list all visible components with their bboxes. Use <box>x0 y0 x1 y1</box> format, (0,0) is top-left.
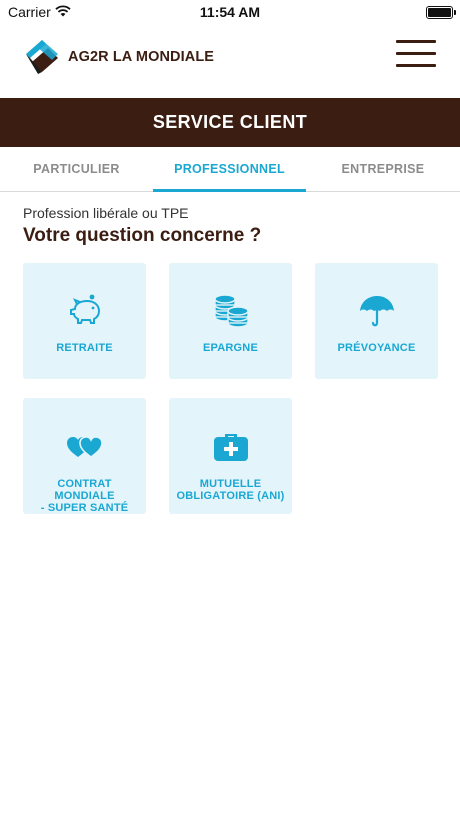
page-title-bar: SERVICE CLIENT <box>0 98 460 147</box>
brand-name: AG2R LA MONDIALE <box>68 49 215 65</box>
tab-professionnel[interactable]: PROFESSIONNEL <box>153 147 306 192</box>
question-heading: Votre question concerne ? <box>23 225 262 246</box>
tile-label: PRÉVOYANCE <box>337 342 416 354</box>
status-bar: Carrier 11:54 AM <box>0 0 460 24</box>
ag2r-logo-icon <box>22 34 64 76</box>
hamburger-menu-button[interactable] <box>396 38 438 70</box>
tile-mutuelle-obligatoire[interactable]: MUTUELLE OBLIGATOIRE (ANI) <box>169 398 292 514</box>
tile-label: RETRAITE <box>56 342 113 354</box>
page-title: SERVICE CLIENT <box>152 112 308 132</box>
coins-icon <box>169 291 292 331</box>
tile-contrat-mondiale-super-sante[interactable]: CONTRAT MONDIALE - SUPER SANTÉ <box>23 398 146 514</box>
tab-entreprise[interactable]: ENTREPRISE <box>306 147 460 191</box>
umbrella-icon <box>315 291 438 331</box>
menu-line-icon <box>396 52 436 55</box>
battery-icon <box>426 6 456 19</box>
tile-label: EPARGNE <box>203 342 258 354</box>
piggy-bank-icon <box>23 291 146 331</box>
hearts-icon <box>23 426 146 466</box>
app-header: AG2R LA MONDIALE <box>0 24 460 98</box>
tile-retraite[interactable]: RETRAITE <box>23 263 146 379</box>
menu-line-icon <box>396 40 436 43</box>
tile-label-line1: CONTRAT MONDIALE <box>54 478 115 502</box>
menu-line-icon <box>396 64 436 67</box>
tile-label: CONTRAT MONDIALE - SUPER SANTÉ <box>27 478 142 514</box>
tile-epargne[interactable]: EPARGNE <box>169 263 292 379</box>
tile-label-line2: OBLIGATOIRE (ANI) <box>176 490 285 502</box>
tab-particulier[interactable]: PARTICULIER <box>0 147 153 191</box>
tile-prevoyance[interactable]: PRÉVOYANCE <box>315 263 438 379</box>
tile-label: MUTUELLE OBLIGATOIRE (ANI) <box>173 478 288 502</box>
tab-bar: PARTICULIER PROFESSIONNEL ENTREPRISE <box>0 147 460 192</box>
tile-label-line2: - SUPER SANTÉ <box>40 502 129 514</box>
tile-label-line1: MUTUELLE <box>199 478 262 490</box>
profile-subtitle: Profession libérale ou TPE <box>23 205 189 221</box>
medical-kit-icon <box>169 426 292 466</box>
clock: 11:54 AM <box>199 4 261 20</box>
